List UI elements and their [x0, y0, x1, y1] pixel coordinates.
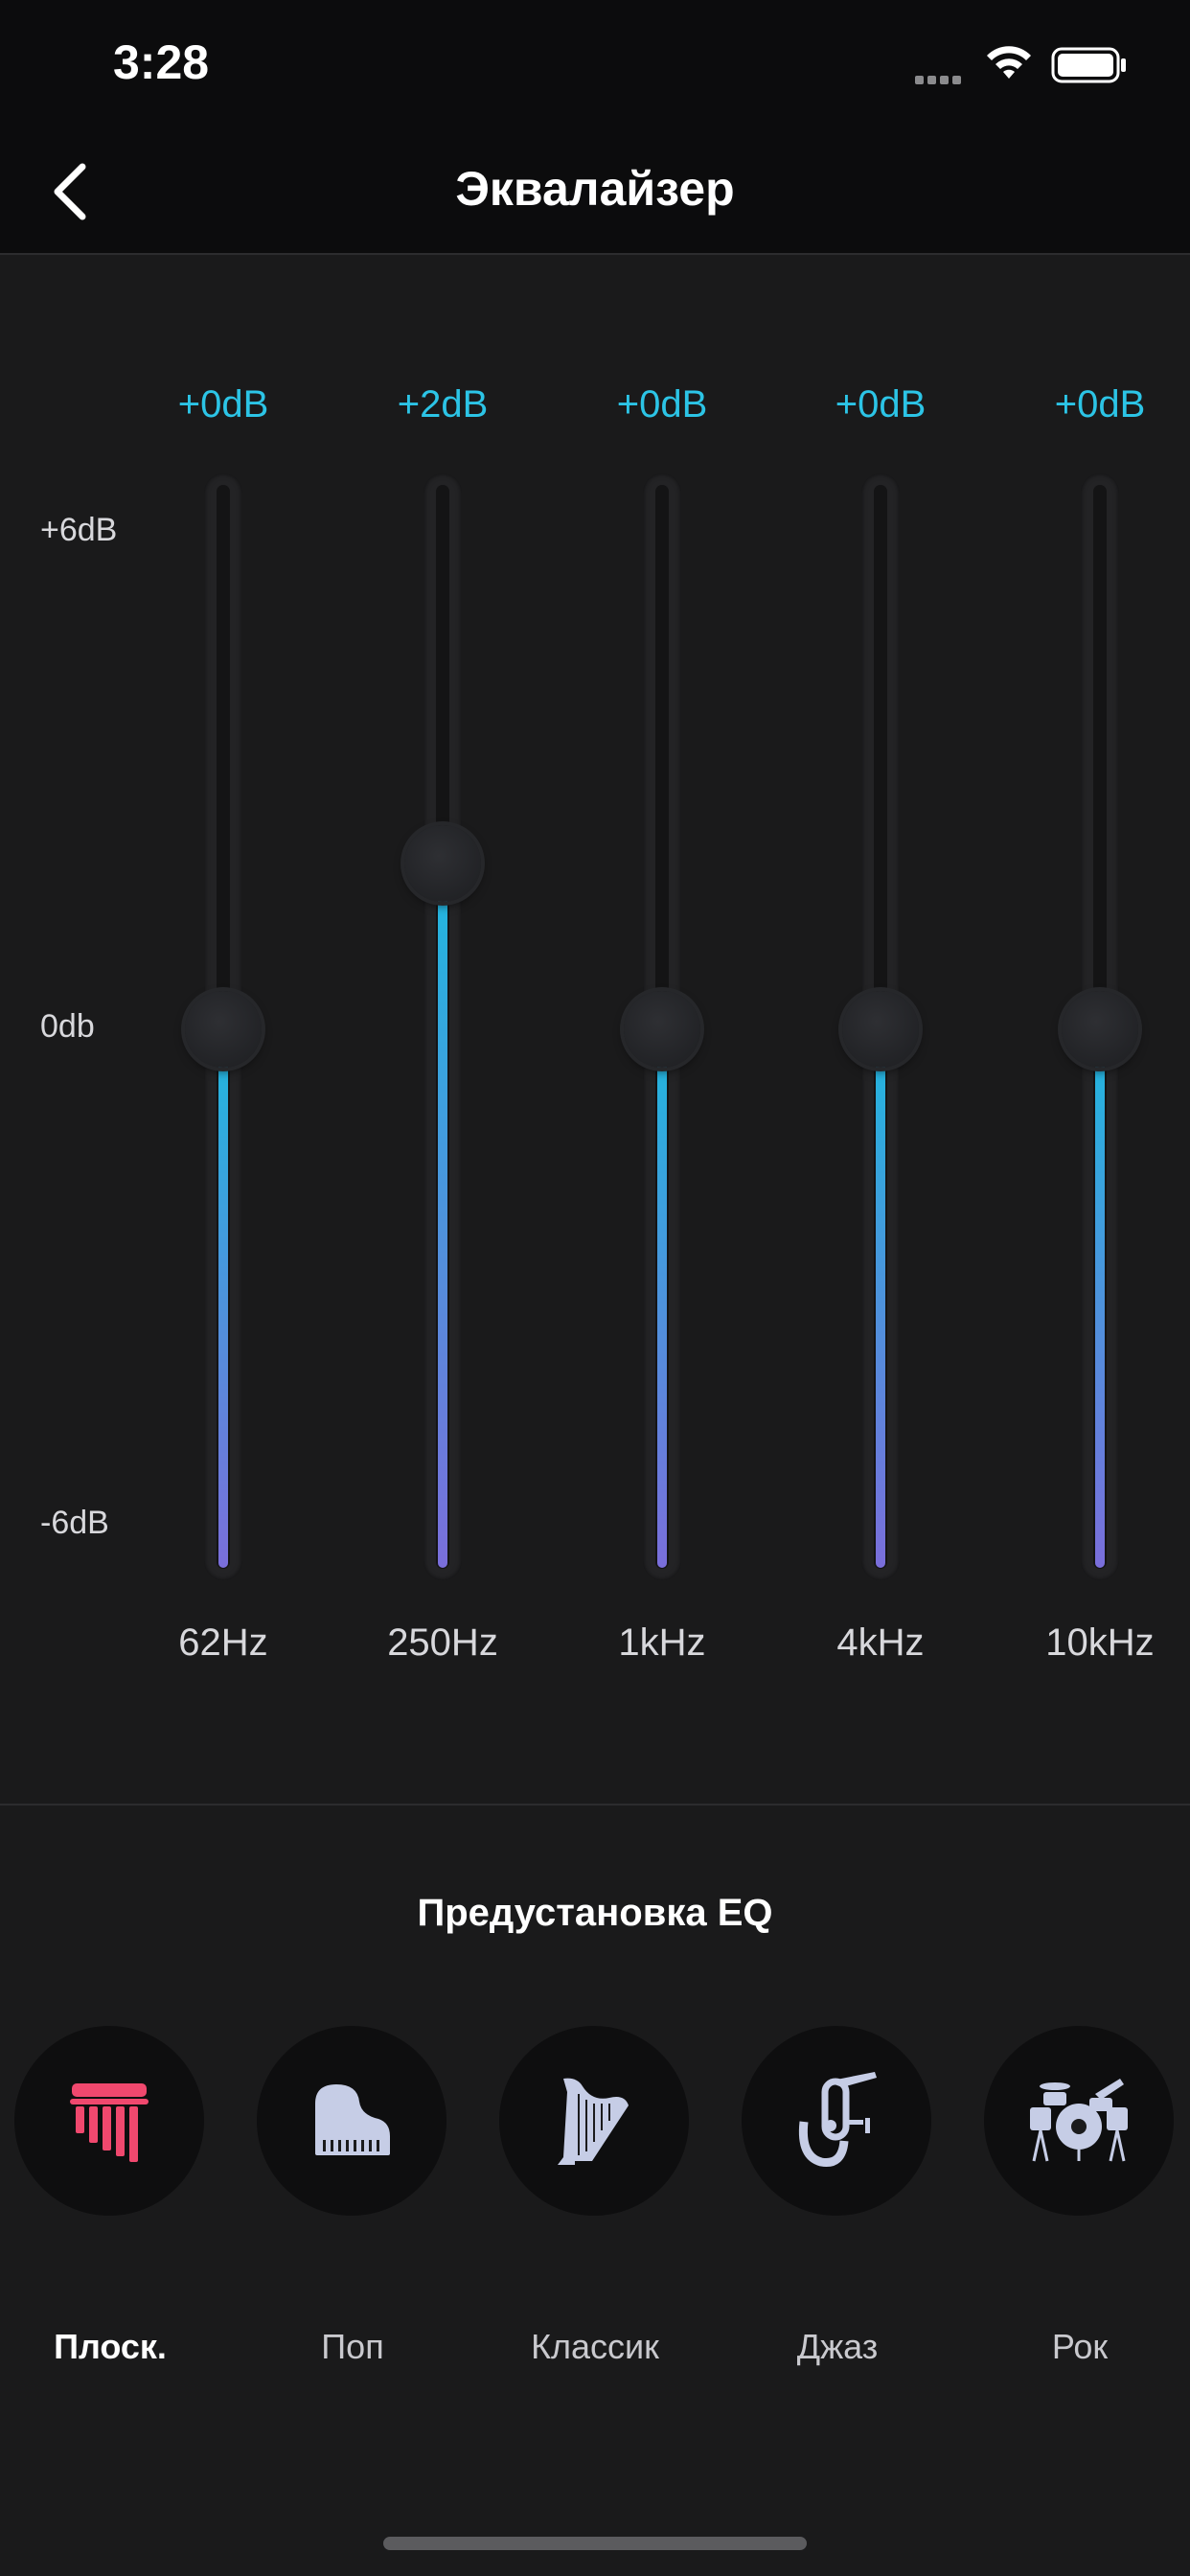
slider-fill — [218, 1029, 228, 1568]
status-time: 3:28 — [113, 35, 210, 89]
band-gain-value: +0dB — [1054, 383, 1146, 426]
wifi-icon — [987, 46, 1031, 79]
preset-label: Классик — [531, 2327, 659, 2366]
drums-icon — [1030, 2079, 1128, 2162]
status-bar: 3:28 — [0, 0, 1190, 134]
band-gain-value: +2dB — [397, 383, 489, 426]
preset-button[interactable] — [14, 2026, 204, 2216]
slider-knob[interactable] — [1062, 991, 1138, 1068]
slider-fill — [1095, 1029, 1105, 1568]
slider-knob[interactable] — [185, 991, 262, 1068]
equalizer-panel: +6dB 0db -6dB +0dB 62Hz +2dB 250Hz +0dB … — [0, 255, 1190, 1804]
band-frequency-label: 62Hz — [178, 1622, 268, 1664]
band-62hz: +0dB 62Hz — [137, 255, 309, 1692]
harp-icon — [558, 2078, 629, 2165]
cellular-signal-icon — [915, 72, 965, 89]
band-frequency-label: 10kHz — [1045, 1622, 1155, 1664]
preset-button[interactable] — [499, 2026, 689, 2216]
band-gain-value: +0dB — [835, 383, 927, 426]
tuba-icon — [798, 2072, 877, 2168]
scale-label-middle: 0db — [40, 1008, 95, 1045]
band-250hz: +2dB 250Hz — [356, 255, 529, 1692]
preset-label: Поп — [321, 2327, 384, 2366]
preset-button[interactable] — [984, 2026, 1174, 2216]
preset-label: Рок — [1051, 2327, 1109, 2366]
section-divider — [0, 1804, 1190, 1806]
slider-knob[interactable] — [842, 991, 919, 1068]
preset-label: Плоск. — [54, 2327, 167, 2366]
band-frequency-label: 250Hz — [387, 1622, 498, 1664]
battery-icon — [1051, 47, 1126, 83]
page-title: Эквалайзер — [455, 162, 735, 216]
preset-section-title: Предустановка EQ — [417, 1892, 773, 1934]
scale-label-bottom: -6dB — [40, 1505, 109, 1541]
preset-pop[interactable]: Поп — [257, 2026, 448, 2366]
scale-label-top: +6dB — [40, 512, 118, 548]
slider-fill — [876, 1029, 885, 1568]
preset-button[interactable] — [742, 2026, 931, 2216]
home-indicator — [383, 2537, 807, 2550]
slider-knob[interactable] — [404, 825, 481, 903]
piano-icon — [315, 2084, 390, 2155]
band-1khz: +0dB 1kHz — [576, 255, 748, 1692]
band-10khz: +0dB 10kHz — [1014, 255, 1186, 1692]
preset-rock[interactable]: Рок — [984, 2026, 1176, 2366]
slider-fill — [438, 863, 447, 1568]
preset-jazz[interactable]: Джаз — [742, 2026, 933, 2366]
band-gain-value: +0dB — [177, 383, 269, 426]
preset-label: Джаз — [796, 2327, 879, 2366]
band-frequency-label: 1kHz — [618, 1622, 706, 1664]
band-4khz: +0dB 4kHz — [794, 255, 967, 1692]
chimes-icon — [70, 2083, 149, 2162]
preset-button[interactable] — [257, 2026, 446, 2216]
preset-classic[interactable]: Классик — [499, 2026, 691, 2366]
slider-knob[interactable] — [624, 991, 700, 1068]
band-gain-value: +0dB — [616, 383, 708, 426]
band-frequency-label: 4kHz — [836, 1622, 925, 1664]
preset-flat[interactable]: Плоск. — [14, 2026, 206, 2366]
slider-fill — [657, 1029, 667, 1568]
navigation-bar: Эквалайзер — [0, 134, 1190, 255]
